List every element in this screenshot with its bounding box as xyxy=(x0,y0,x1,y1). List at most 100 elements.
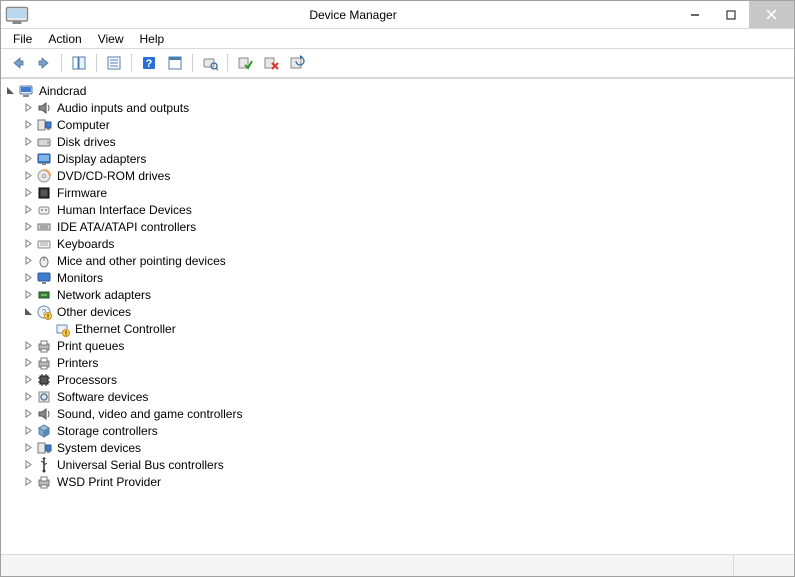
category-ide[interactable]: IDE ATA/ATAPI controllers xyxy=(21,218,792,235)
menu-file[interactable]: File xyxy=(5,30,40,48)
tree-node-label[interactable]: Human Interface Devices xyxy=(55,203,194,217)
category-hid[interactable]: Human Interface Devices xyxy=(21,201,792,218)
tree-node-label[interactable]: IDE ATA/ATAPI controllers xyxy=(55,220,198,234)
category-network[interactable]: Network adapters xyxy=(21,286,792,303)
category-printq[interactable]: Print queues xyxy=(21,337,792,354)
title-bar: Device Manager xyxy=(1,1,794,29)
expand-arrow-icon[interactable] xyxy=(21,373,35,387)
tree-node-label[interactable]: WSD Print Provider xyxy=(55,475,163,489)
expand-arrow-icon[interactable] xyxy=(21,390,35,404)
tree-node-label[interactable]: Monitors xyxy=(55,271,105,285)
expand-arrow-icon[interactable] xyxy=(21,169,35,183)
expand-arrow-icon[interactable] xyxy=(21,407,35,421)
category-processors[interactable]: Processors xyxy=(21,371,792,388)
show-hide-tree-button[interactable] xyxy=(68,52,90,74)
action-button[interactable] xyxy=(164,52,186,74)
expand-arrow-icon[interactable] xyxy=(21,152,35,166)
tree-node-label[interactable]: Audio inputs and outputs xyxy=(55,101,191,115)
expand-arrow-icon[interactable] xyxy=(21,135,35,149)
category-monitors[interactable]: Monitors xyxy=(21,269,792,286)
other-icon xyxy=(36,304,52,320)
expand-arrow-icon[interactable] xyxy=(21,288,35,302)
collapse-arrow-icon[interactable] xyxy=(3,84,17,98)
menu-view[interactable]: View xyxy=(90,30,132,48)
tree-node-label[interactable]: DVD/CD-ROM drives xyxy=(55,169,172,183)
category-usb[interactable]: Universal Serial Bus controllers xyxy=(21,456,792,473)
menu-help[interactable]: Help xyxy=(132,30,173,48)
tree-node-label[interactable]: Sound, video and game controllers xyxy=(55,407,244,421)
computer-icon xyxy=(18,83,34,99)
expand-arrow-icon[interactable] xyxy=(21,339,35,353)
device-tree-pane[interactable]: Aindcrad Audio inputs and outputs Computer… xyxy=(1,78,794,554)
expand-arrow-icon[interactable] xyxy=(21,101,35,115)
category-system[interactable]: System devices xyxy=(21,439,792,456)
uninstall-device-button[interactable] xyxy=(260,52,282,74)
expand-arrow-icon[interactable] xyxy=(21,203,35,217)
tree-node-label[interactable]: Ethernet Controller xyxy=(73,322,178,336)
expand-arrow-icon[interactable] xyxy=(21,237,35,251)
expand-arrow-icon[interactable] xyxy=(21,441,35,455)
help-button[interactable]: ? xyxy=(138,52,160,74)
tree-node-label[interactable]: Computer xyxy=(55,118,112,132)
tree-node-label[interactable]: Keyboards xyxy=(55,237,116,251)
close-button[interactable] xyxy=(749,1,794,28)
tree-node-label[interactable]: Mice and other pointing devices xyxy=(55,254,228,268)
mouse-icon xyxy=(36,253,52,269)
category-computer[interactable]: Computer xyxy=(21,116,792,133)
speaker-icon xyxy=(36,406,52,422)
keyboard-icon xyxy=(36,236,52,252)
expand-arrow-icon[interactable] xyxy=(21,220,35,234)
tree-node-label[interactable]: Print queues xyxy=(55,339,126,353)
toolbar-separator xyxy=(227,54,228,72)
tree-node-label[interactable]: Storage controllers xyxy=(55,424,160,438)
category-firmware[interactable]: Firmware xyxy=(21,184,792,201)
disk-icon xyxy=(36,134,52,150)
category-keyboards[interactable]: Keyboards xyxy=(21,235,792,252)
forward-button[interactable] xyxy=(33,52,55,74)
category-mice[interactable]: Mice and other pointing devices xyxy=(21,252,792,269)
expand-arrow-icon[interactable] xyxy=(21,118,35,132)
expand-arrow-icon[interactable] xyxy=(21,424,35,438)
category-sound[interactable]: Sound, video and game controllers xyxy=(21,405,792,422)
tree-node-label[interactable]: Other devices xyxy=(55,305,133,319)
category-printers[interactable]: Printers xyxy=(21,354,792,371)
root-node[interactable]: Aindcrad xyxy=(3,82,792,99)
expand-arrow-icon[interactable] xyxy=(21,475,35,489)
update-driver-button[interactable] xyxy=(286,52,308,74)
properties-button[interactable] xyxy=(103,52,125,74)
tree-node-label[interactable]: Display adapters xyxy=(55,152,148,166)
pc-icon xyxy=(36,440,52,456)
otherdev-icon xyxy=(54,321,70,337)
tree-node-label[interactable]: Processors xyxy=(55,373,119,387)
category-other[interactable]: Other devices xyxy=(21,303,792,320)
category-software[interactable]: Software devices xyxy=(21,388,792,405)
back-button[interactable] xyxy=(7,52,29,74)
category-storage[interactable]: Storage controllers xyxy=(21,422,792,439)
network-icon xyxy=(36,287,52,303)
scan-hardware-button[interactable] xyxy=(199,52,221,74)
tree-node-label[interactable]: System devices xyxy=(55,441,143,455)
tree-node-label[interactable]: Disk drives xyxy=(55,135,118,149)
expand-arrow-icon[interactable] xyxy=(21,254,35,268)
expand-arrow-icon[interactable] xyxy=(21,356,35,370)
expand-arrow-icon[interactable] xyxy=(21,271,35,285)
tree-node-label[interactable]: Aindcrad xyxy=(37,84,88,98)
device-ethernet-controller[interactable]: Ethernet Controller xyxy=(39,320,792,337)
category-dvd[interactable]: DVD/CD-ROM drives xyxy=(21,167,792,184)
menu-action[interactable]: Action xyxy=(40,30,89,48)
maximize-button[interactable] xyxy=(713,1,749,28)
tree-node-label[interactable]: Firmware xyxy=(55,186,109,200)
minimize-button[interactable] xyxy=(677,1,713,28)
tree-node-label[interactable]: Network adapters xyxy=(55,288,153,302)
category-disk[interactable]: Disk drives xyxy=(21,133,792,150)
expand-arrow-icon[interactable] xyxy=(21,458,35,472)
tree-node-label[interactable]: Software devices xyxy=(55,390,150,404)
tree-node-label[interactable]: Universal Serial Bus controllers xyxy=(55,458,226,472)
category-display[interactable]: Display adapters xyxy=(21,150,792,167)
enable-device-button[interactable] xyxy=(234,52,256,74)
expand-arrow-icon[interactable] xyxy=(21,186,35,200)
collapse-arrow-icon[interactable] xyxy=(21,305,35,319)
tree-node-label[interactable]: Printers xyxy=(55,356,100,370)
category-audio[interactable]: Audio inputs and outputs xyxy=(21,99,792,116)
category-wsd[interactable]: WSD Print Provider xyxy=(21,473,792,490)
